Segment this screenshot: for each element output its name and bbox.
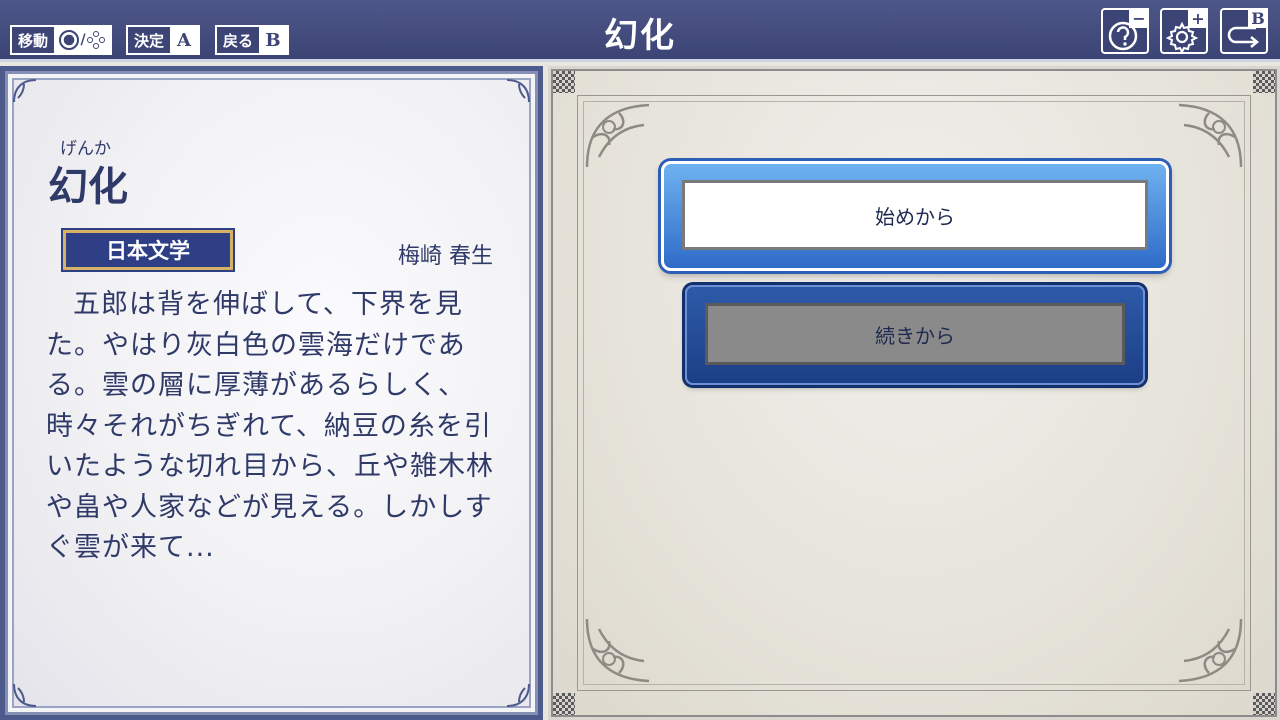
corner-ornament-icon [506,79,530,103]
excerpt-text: 五郎は背を伸ばして、下界を見た。やはり灰白色の雲海だけである。雲の層に厚薄がある… [46,289,494,563]
checker-corner [1253,71,1275,93]
top-bar: 移動 / 決定 A 戻る B 幻化 − + B [0,0,1280,62]
minus-badge: − [1129,8,1149,28]
checker-corner [553,71,575,93]
corner-ornament-icon [13,79,37,103]
plus-badge: + [1188,8,1208,28]
work-info-card: げんか 幻化 日本文学 梅崎 春生 五郎は背を伸ばして、下界を見た。やはり灰白色… [0,66,543,720]
corner-ornament-icon [506,683,530,707]
help-button[interactable]: − [1101,8,1149,54]
author-name: 梅崎 春生 [398,244,493,269]
work-title: 幻化 [48,164,128,210]
genre-badge: 日本文学 [63,230,233,270]
checker-corner [553,693,575,715]
continue-label: 続きから [705,303,1125,365]
start-from-beginning-button[interactable]: 始めから [661,161,1169,271]
corner-ornament-icon [13,683,37,707]
continue-button[interactable]: 続きから [685,285,1145,385]
checker-corner [1253,693,1275,715]
page-title: 幻化 [604,16,676,56]
b-badge: B [1248,8,1268,28]
start-label: 始めから [682,180,1148,250]
back-button[interactable]: B [1220,8,1268,54]
flourish-ornament-icon [1178,618,1243,683]
menu-panel: 始めから 続きから [548,66,1280,720]
settings-button[interactable]: + [1160,8,1208,54]
flourish-ornament-icon [585,618,650,683]
